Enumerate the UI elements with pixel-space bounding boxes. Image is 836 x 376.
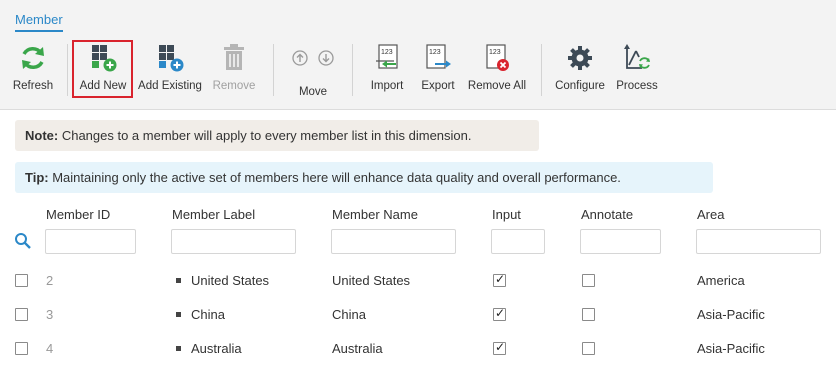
row-select-checkbox[interactable]	[15, 274, 28, 287]
note-prefix: Note:	[25, 128, 59, 143]
table-row[interactable]: 2 United States United States America	[0, 272, 836, 307]
filter-member-label[interactable]	[171, 229, 296, 254]
input-checkbox[interactable]	[493, 306, 506, 321]
import-icon: 123	[376, 44, 398, 69]
toolbar-separator	[67, 44, 68, 96]
note-text: Changes to a member will apply to every …	[58, 128, 472, 143]
trash-icon	[224, 44, 244, 70]
input-checkbox[interactable]	[493, 340, 506, 355]
filter-annotate[interactable]	[580, 229, 661, 254]
member-label-cell: China	[176, 307, 225, 323]
move-up-icon[interactable]	[292, 50, 308, 66]
annotate-checkbox[interactable]	[582, 274, 595, 287]
toolbar-separator	[273, 44, 274, 96]
column-header-member-label[interactable]: Member Label	[172, 207, 255, 222]
row-select-checkbox[interactable]	[15, 308, 28, 321]
import-button[interactable]: 123 Import	[364, 40, 410, 102]
column-header-input[interactable]: Input	[492, 207, 521, 222]
bullet-icon	[176, 346, 181, 352]
column-header-area[interactable]: Area	[697, 207, 724, 222]
row-select-checkbox[interactable]	[15, 342, 28, 355]
input-checkbox[interactable]	[493, 272, 506, 287]
tip-text: Maintaining only the active set of membe…	[48, 170, 621, 185]
add-existing-icon	[159, 45, 184, 72]
area-cell: America	[697, 273, 745, 288]
move-button[interactable]: Move	[284, 40, 342, 102]
tip-prefix: Tip:	[25, 170, 49, 185]
remove-all-button[interactable]: 123 Remove All	[466, 40, 528, 102]
member-id-cell: 4	[46, 341, 54, 356]
move-down-icon[interactable]	[318, 50, 334, 66]
add-existing-button[interactable]: Add Existing	[136, 40, 204, 102]
process-icon	[624, 44, 650, 69]
member-id-cell: 2	[46, 273, 54, 288]
tab-member[interactable]: Member	[15, 12, 63, 32]
member-id-cell: 3	[46, 307, 54, 322]
filter-input[interactable]	[491, 229, 545, 254]
toolbar-separator	[541, 44, 542, 96]
tip-banner: Tip: Maintaining only the active set of …	[15, 162, 713, 193]
toolbar-separator	[352, 44, 353, 96]
svg-text:123: 123	[429, 49, 441, 56]
member-name-cell: China	[332, 307, 366, 322]
svg-text:123: 123	[489, 49, 501, 56]
member-name-cell: United States	[332, 273, 411, 288]
area-cell: Asia-Pacific	[697, 341, 765, 356]
selected-highlight	[72, 40, 133, 98]
refresh-button[interactable]: Refresh	[12, 40, 54, 102]
annotate-checkbox[interactable]	[582, 308, 595, 321]
column-header-annotate[interactable]: Annotate	[581, 207, 633, 222]
remove-all-icon: 123	[486, 44, 509, 71]
filter-member-name[interactable]	[331, 229, 456, 254]
process-button[interactable]: Process	[614, 40, 660, 102]
member-label-cell: Australia	[176, 341, 242, 357]
refresh-icon	[22, 47, 44, 69]
filter-member-id[interactable]	[45, 229, 136, 254]
export-icon: 123	[426, 44, 451, 69]
bullet-icon	[176, 278, 181, 284]
svg-text:123: 123	[381, 49, 393, 56]
toolbar-area: Member Refresh Add New Add Existing Remo…	[0, 0, 836, 110]
column-header-member-id[interactable]: Member ID	[46, 207, 110, 222]
column-header-member-name[interactable]: Member Name	[332, 207, 418, 222]
configure-button[interactable]: Configure	[552, 40, 608, 102]
note-banner: Note: Changes to a member will apply to …	[15, 120, 539, 151]
table-row[interactable]: 4 Australia Australia Asia-Pacific	[0, 340, 836, 375]
area-cell: Asia-Pacific	[697, 307, 765, 322]
annotate-checkbox[interactable]	[582, 342, 595, 355]
member-label-cell: United States	[176, 273, 269, 289]
gear-icon	[568, 46, 592, 70]
search-icon[interactable]	[14, 232, 32, 250]
member-name-cell: Australia	[332, 341, 383, 356]
filter-area[interactable]	[696, 229, 821, 254]
bullet-icon	[176, 312, 181, 318]
export-button[interactable]: 123 Export	[416, 40, 460, 102]
remove-button[interactable]: Remove	[210, 40, 258, 102]
table-row[interactable]: 3 China China Asia-Pacific	[0, 306, 836, 341]
